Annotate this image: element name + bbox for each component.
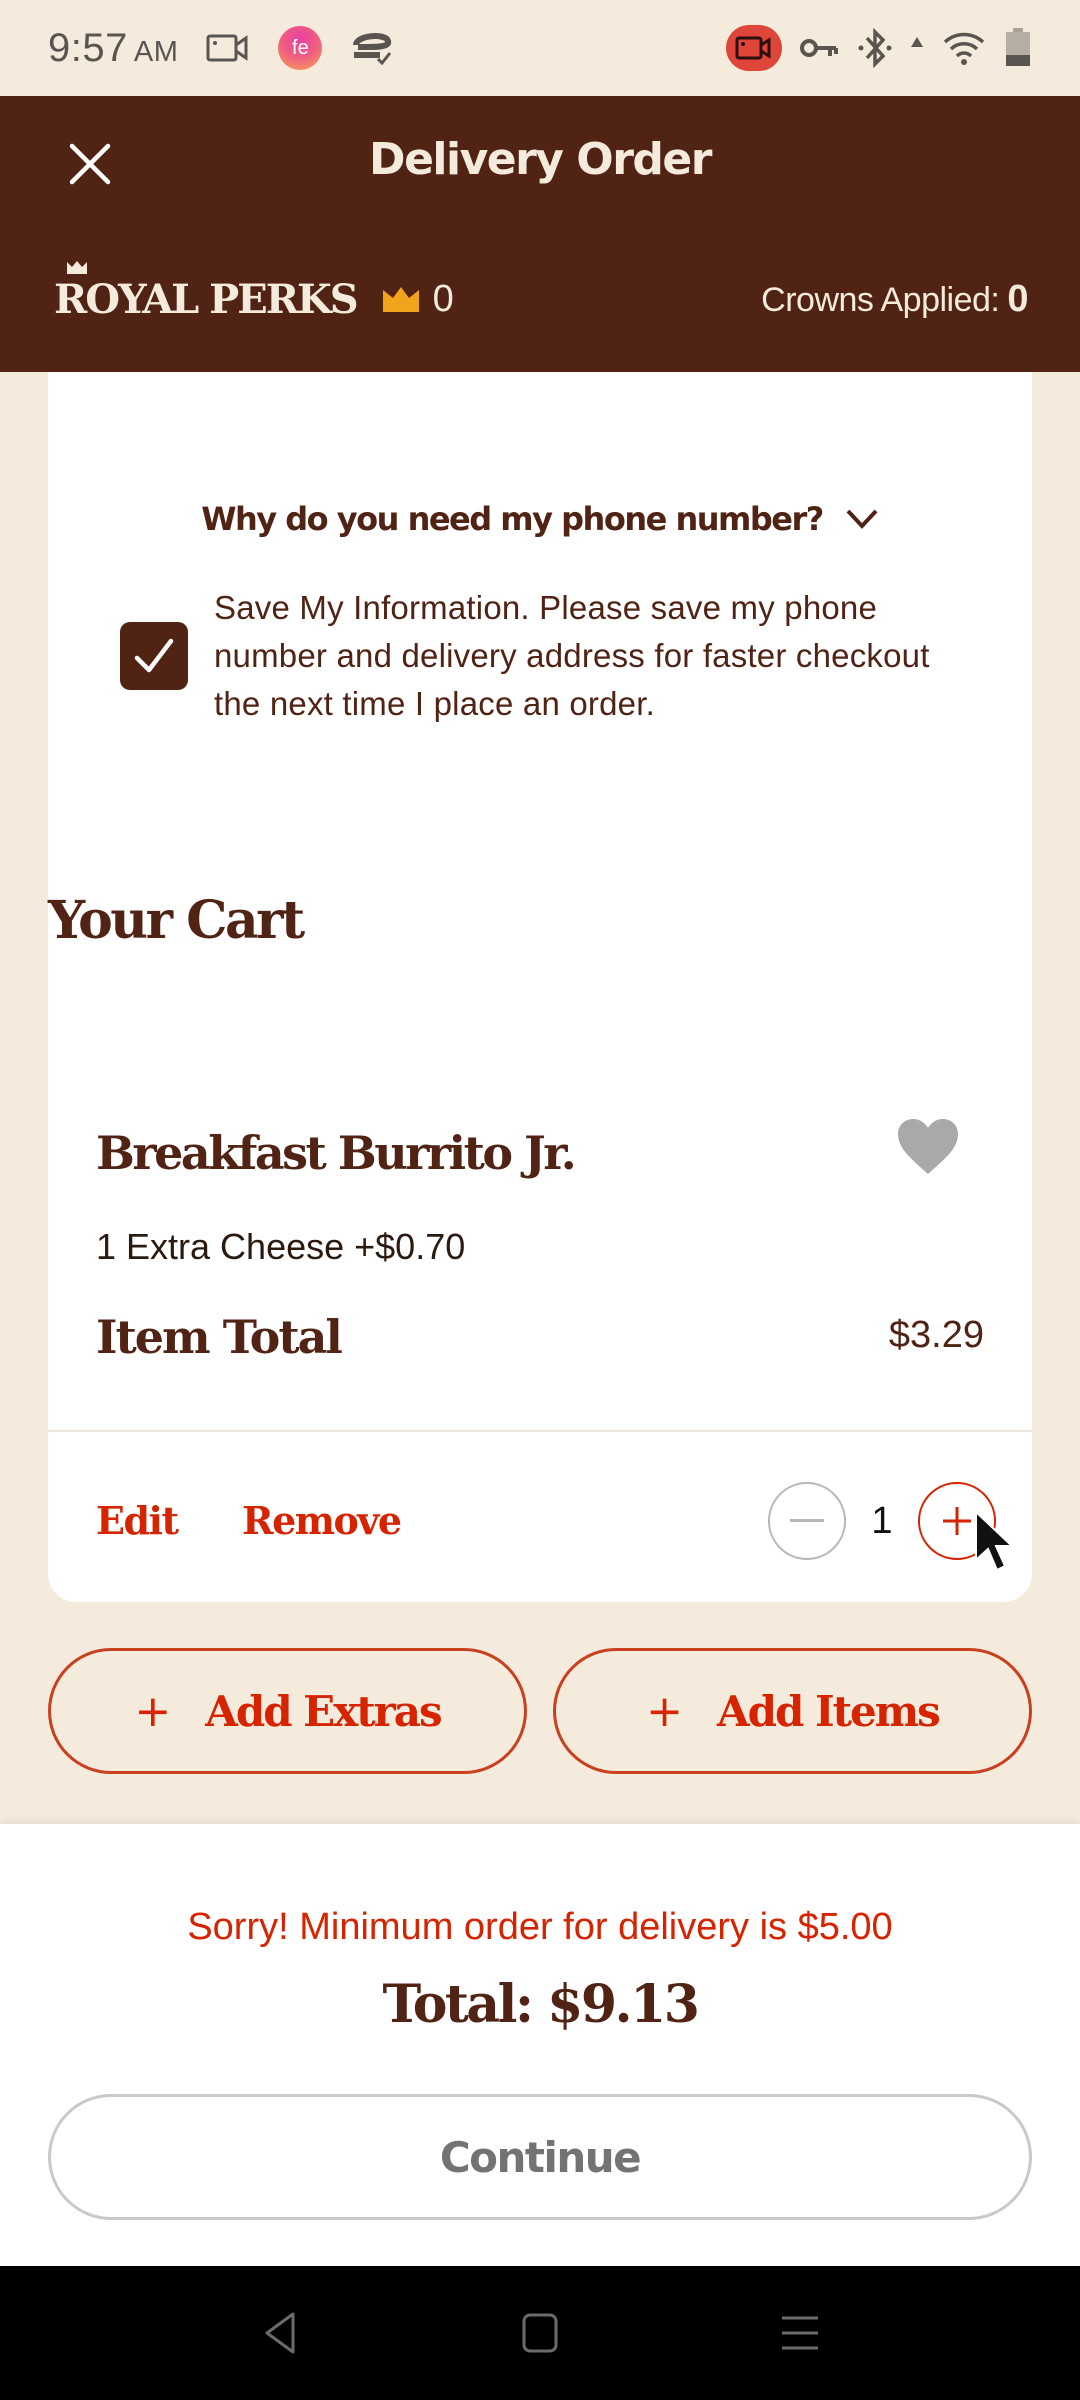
- royal-perks-logo: ROYAL PERKS: [54, 260, 359, 323]
- favorite-button[interactable]: [896, 1118, 960, 1176]
- logo-crown-icon: [67, 260, 87, 274]
- home-button[interactable]: [510, 2303, 570, 2363]
- cart-heading: Your Cart: [48, 890, 305, 951]
- phone-number-help-toggle[interactable]: Why do you need my phone number?: [48, 500, 1032, 538]
- item-name: Breakfast Burrito Jr.: [96, 1126, 577, 1180]
- add-items-button[interactable]: + Add Items: [553, 1648, 1032, 1774]
- item-total-label: Item Total: [96, 1310, 343, 1364]
- sync-icon: [350, 31, 394, 65]
- recents-button[interactable]: [770, 2303, 830, 2363]
- checkmark-icon: [134, 638, 174, 673]
- crown-icon: [382, 287, 419, 312]
- system-nav-bar: [0, 2266, 1080, 2400]
- app-header: Delivery Order ROYAL PERKS 0 Crowns Appl…: [0, 96, 1080, 372]
- crowns-applied: Crowns Applied: 0: [761, 277, 1028, 320]
- checkout-scroll-area[interactable]: Why do you need my phone number? Save My…: [0, 372, 1080, 1824]
- cart-item: Breakfast Burrito Jr. 1 Extra Cheese +$0…: [48, 1042, 1032, 1602]
- remove-item-link[interactable]: Remove: [242, 1498, 402, 1543]
- edit-item-link[interactable]: Edit: [96, 1498, 179, 1543]
- add-extras-button[interactable]: + Add Extras: [48, 1648, 527, 1774]
- back-icon: [265, 2312, 295, 2354]
- status-bar: 9:57 AM fe: [0, 0, 1080, 96]
- recents-icon: [782, 2316, 818, 2350]
- plus-icon: +: [134, 1685, 171, 1737]
- save-info-checkbox[interactable]: [120, 622, 188, 690]
- decrease-quantity-button[interactable]: [768, 1482, 846, 1560]
- back-button[interactable]: [250, 2303, 310, 2363]
- chevron-down-icon: [846, 509, 878, 529]
- item-total-value: $3.29: [888, 1314, 984, 1356]
- wifi-icon: [942, 30, 986, 66]
- save-info-option: Save My Information. Please save my phon…: [120, 584, 972, 728]
- order-summary: Sorry! Minimum order for delivery is $5.…: [0, 1824, 1080, 2266]
- status-time: 9:57 AM: [48, 25, 179, 70]
- recording-indicator-icon: [726, 25, 782, 71]
- app-notification-icon: fe: [278, 26, 323, 70]
- screen-record-icon: [206, 33, 250, 63]
- minimum-order-warning: Sorry! Minimum order for delivery is $5.…: [187, 1906, 893, 1948]
- page-title: Delivery Order: [369, 134, 712, 185]
- order-total: Total: $9.13: [382, 1974, 700, 2035]
- signal-icon: [910, 31, 924, 65]
- increase-quantity-button[interactable]: [918, 1482, 996, 1560]
- crown-balance: 0: [381, 278, 454, 321]
- heart-icon: [898, 1119, 958, 1174]
- continue-button[interactable]: Continue: [48, 2094, 1032, 2220]
- cart-actions: + Add Extras + Add Items: [48, 1648, 1032, 1774]
- rewards-bar: ROYAL PERKS 0 Crowns Applied: 0: [54, 260, 1028, 334]
- quantity-value: 1: [871, 1499, 893, 1542]
- quantity-stepper: 1: [768, 1482, 996, 1560]
- divider: [48, 1430, 1032, 1432]
- plus-icon: [943, 1507, 971, 1535]
- plus-icon: +: [646, 1685, 683, 1737]
- minus-icon: [790, 1519, 824, 1522]
- save-info-label: Save My Information. Please save my phon…: [214, 589, 930, 722]
- item-modifier: 1 Extra Cheese +$0.70: [96, 1226, 466, 1267]
- vpn-key-icon: [800, 36, 840, 60]
- home-icon: [522, 2313, 558, 2353]
- bluetooth-icon: [858, 28, 892, 68]
- battery-icon: [1004, 28, 1032, 68]
